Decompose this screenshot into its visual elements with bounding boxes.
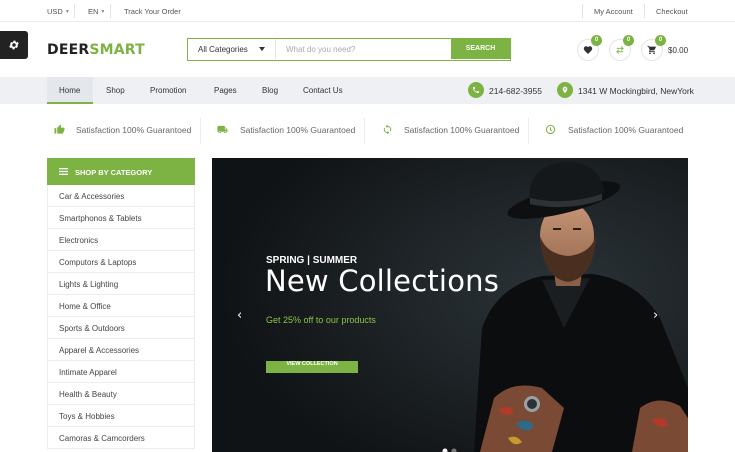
category-item[interactable]: Health & Beauty [48,383,194,405]
main-navigation: Home Shop Promotion Pages Blog Contact U… [0,77,735,104]
site-logo[interactable]: DEERSMART [47,42,145,58]
truck-icon [215,122,229,136]
category-item[interactable]: Smartphonos & Tablets [48,207,194,229]
category-item[interactable]: Lights & Lighting [48,273,194,295]
top-bar: USD ▼ EN ▼ Track Your Order My Account Che… [0,0,735,22]
category-list: Car & Accessories Smartphonos & Tablets … [47,185,195,449]
hero-slider: SPRING | SUMMER New Collections Get 25% … [212,158,688,452]
category-item[interactable]: Computors & Laptops [48,251,194,273]
cart-icon [647,45,656,55]
settings-button[interactable] [0,31,28,59]
nav-item-blog[interactable]: Blog [262,86,278,95]
category-item[interactable]: Electronics [48,229,194,251]
category-dropdown-label: All Categories [198,45,248,54]
currency-selector[interactable]: USD ▼ [47,7,70,16]
hero-model-image [212,158,688,452]
heart-icon [583,46,593,54]
category-dropdown[interactable]: All Categories [188,39,276,59]
checkout-link[interactable]: Checkout [656,7,688,16]
nav-item-promotion[interactable]: Promotion [150,86,186,95]
thumbs-up-icon [52,122,66,136]
divider [74,4,75,18]
active-tab-indicator [47,102,93,104]
chevron-down-icon: ▼ [64,9,70,15]
divider [200,118,201,144]
view-collection-button[interactable]: VIEW COLLECTION [266,361,358,373]
compare-button[interactable]: 0 [609,35,634,61]
cart-button[interactable]: 0 [641,35,666,61]
slider-next-arrow-icon[interactable]: › [653,308,658,323]
gear-icon [9,40,19,50]
search-bar: All Categories SEARCH [187,38,511,61]
category-item[interactable]: Home & Office [48,295,194,317]
menu-icon [59,168,68,175]
hero-title: New Collections [265,264,500,298]
language-label: EN [88,7,99,16]
category-item[interactable]: Camoras & Camcorders [48,427,194,449]
search-button[interactable]: SEARCH [451,39,510,59]
chevron-down-icon: ▼ [100,9,106,15]
category-item[interactable]: Sports & Outdoors [48,317,194,339]
nav-item-shop[interactable]: Shop [106,86,125,95]
my-account-link[interactable]: My Account [594,7,633,16]
cart-count-badge: 0 [655,35,666,46]
wishlist-button[interactable]: 0 [577,35,602,61]
divider [110,4,111,18]
hero-subtitle: Get 25% off to our products [266,315,376,325]
divider [582,4,583,18]
search-input[interactable] [286,43,446,56]
feature-text: Satisfaction 100% Guarantoed [568,125,684,135]
slider-prev-arrow-icon[interactable]: ‹ [237,308,242,323]
currency-label: USD [47,7,63,16]
category-item[interactable]: Toys & Hobbies [48,405,194,427]
category-menu-title: SHOP BY CATEGORY [75,168,153,177]
logo-text-part2: SMART [89,42,145,58]
slider-dots[interactable] [442,448,462,452]
wishlist-count-badge: 0 [591,35,602,46]
phone-number[interactable]: 214-682-3955 [489,86,542,96]
feature-text: Satisfaction 100% Guarantoed [240,125,356,135]
phone-icon [468,82,484,98]
compare-icon [616,46,624,54]
divider [644,4,645,18]
nav-item-contact[interactable]: Contact Us [303,86,343,95]
feature-text: Satisfaction 100% Guarantoed [404,125,520,135]
logo-text-part1: DEER [47,42,90,58]
track-order-link[interactable]: Track Your Order [124,7,181,16]
divider [528,118,529,144]
store-address: 1341 W Mockingbird, NewYork [578,86,694,96]
nav-item-home[interactable]: Home [59,86,80,95]
category-item[interactable]: Apparel & Accessories [48,339,194,361]
divider [364,118,365,144]
cart-total[interactable]: $0.00 [668,46,688,55]
refresh-icon [380,122,394,136]
caret-down-icon [259,47,265,51]
compare-count-badge: 0 [623,35,634,46]
category-item[interactable]: Car & Accessories [48,185,194,207]
location-pin-icon [557,82,573,98]
feature-text: Satisfaction 100% Guarantoed [76,125,192,135]
category-item[interactable]: Intimate Apparel [48,361,194,383]
nav-item-pages[interactable]: Pages [214,86,237,95]
language-selector[interactable]: EN ▼ [88,7,105,16]
clock-icon [543,122,557,136]
category-menu-header[interactable]: SHOP BY CATEGORY [47,158,195,185]
